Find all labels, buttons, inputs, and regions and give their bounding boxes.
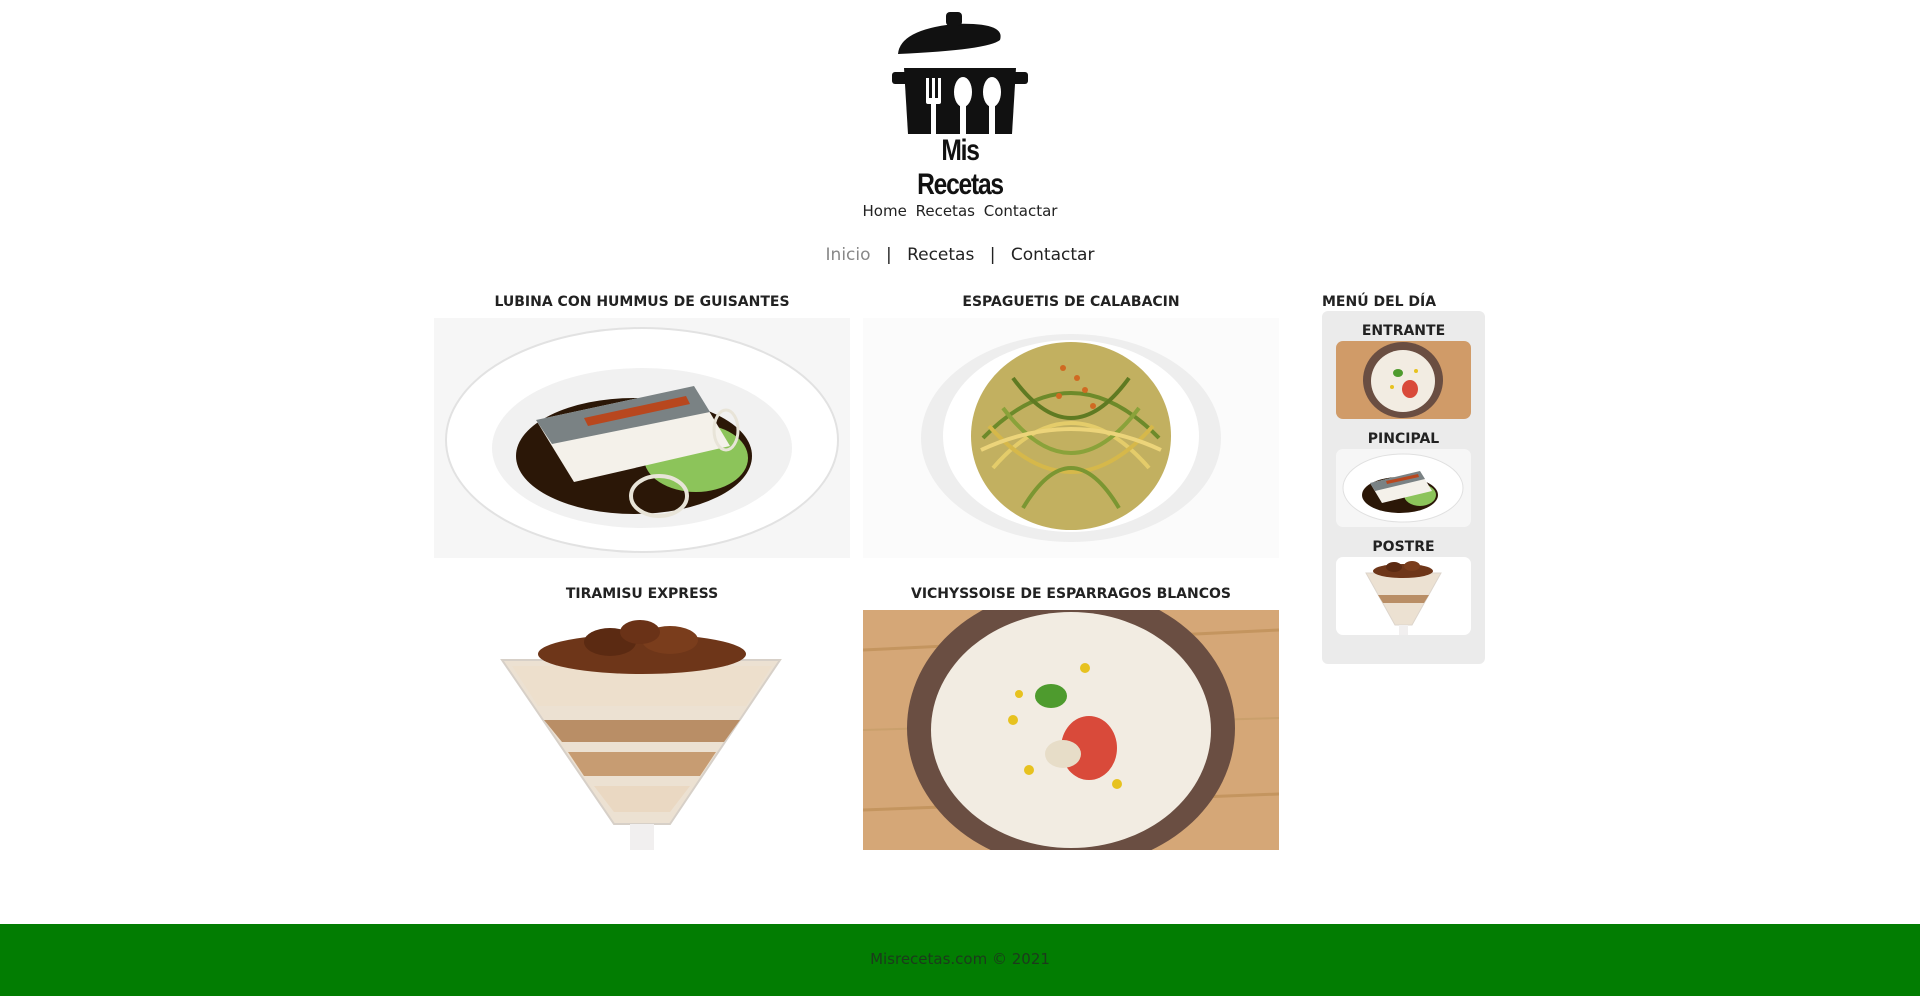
site-footer: Misrecetas.com © 2021 [0,924,1920,996]
menu-item-entrante[interactable]: ENTRANTE [1336,321,1471,419]
main-nav-contactar[interactable]: Contactar [1011,245,1095,265]
recipe-card[interactable]: LUBINA CON HUMMUS DE GUISANTES [434,292,850,558]
site-logo[interactable]: Mis Recetas [888,10,1032,201]
menu-item-label: ENTRANTE [1361,323,1446,339]
footer-copyright: Misrecetas.com © 2021 [870,950,1050,968]
menu-item-label: POSTRE [1372,539,1435,555]
nav-separator: | [989,245,996,265]
cooking-pot-icon [892,12,1028,134]
menu-item-label: PINCIPAL [1367,431,1440,447]
sea-bass-dish-thumbnail[interactable] [1336,449,1471,527]
recipe-card[interactable]: VICHYSSOISE DE ESPARRAGOS BLANCOS [863,584,1279,850]
recipe-title[interactable]: VICHYSSOISE DE ESPARRAGOS BLANCOS [863,584,1279,604]
sea-bass-dish-image[interactable] [434,318,850,558]
top-nav: Home Recetas Contactar [0,202,1920,220]
asparagus-soup-image[interactable] [863,610,1279,850]
main-nav: Inicio | Recetas | Contactar [0,245,1920,265]
menu-item-postre[interactable]: POSTRE [1336,537,1471,635]
main-nav-inicio[interactable]: Inicio [826,245,871,265]
tiramisu-glass-image[interactable] [434,610,850,850]
top-nav-recetas[interactable]: Recetas [916,202,975,220]
tiramisu-glass-thumbnail[interactable] [1336,557,1471,635]
daily-menu-heading: MENÚ DEL DÍA [1322,294,1437,310]
recipe-title[interactable]: LUBINA CON HUMMUS DE GUISANTES [434,292,850,312]
logo-text: Mis Recetas [917,134,1004,201]
main-nav-recetas[interactable]: Recetas [907,245,974,265]
daily-menu-panel: ENTRANTE PINCIPAL POSTRE [1322,311,1485,664]
nav-separator: | [885,245,892,265]
top-nav-contactar[interactable]: Contactar [984,202,1058,220]
menu-item-principal[interactable]: PINCIPAL [1336,429,1471,527]
recipe-title[interactable]: TIRAMISU EXPRESS [434,584,850,604]
top-nav-home[interactable]: Home [863,202,907,220]
recipe-card[interactable]: ESPAGUETIS DE CALABACIN [863,292,1279,558]
recipe-title[interactable]: ESPAGUETIS DE CALABACIN [863,292,1279,312]
asparagus-soup-thumbnail[interactable] [1336,341,1471,419]
zucchini-spaghetti-image[interactable] [863,318,1279,558]
recipe-card[interactable]: TIRAMISU EXPRESS [434,584,850,850]
